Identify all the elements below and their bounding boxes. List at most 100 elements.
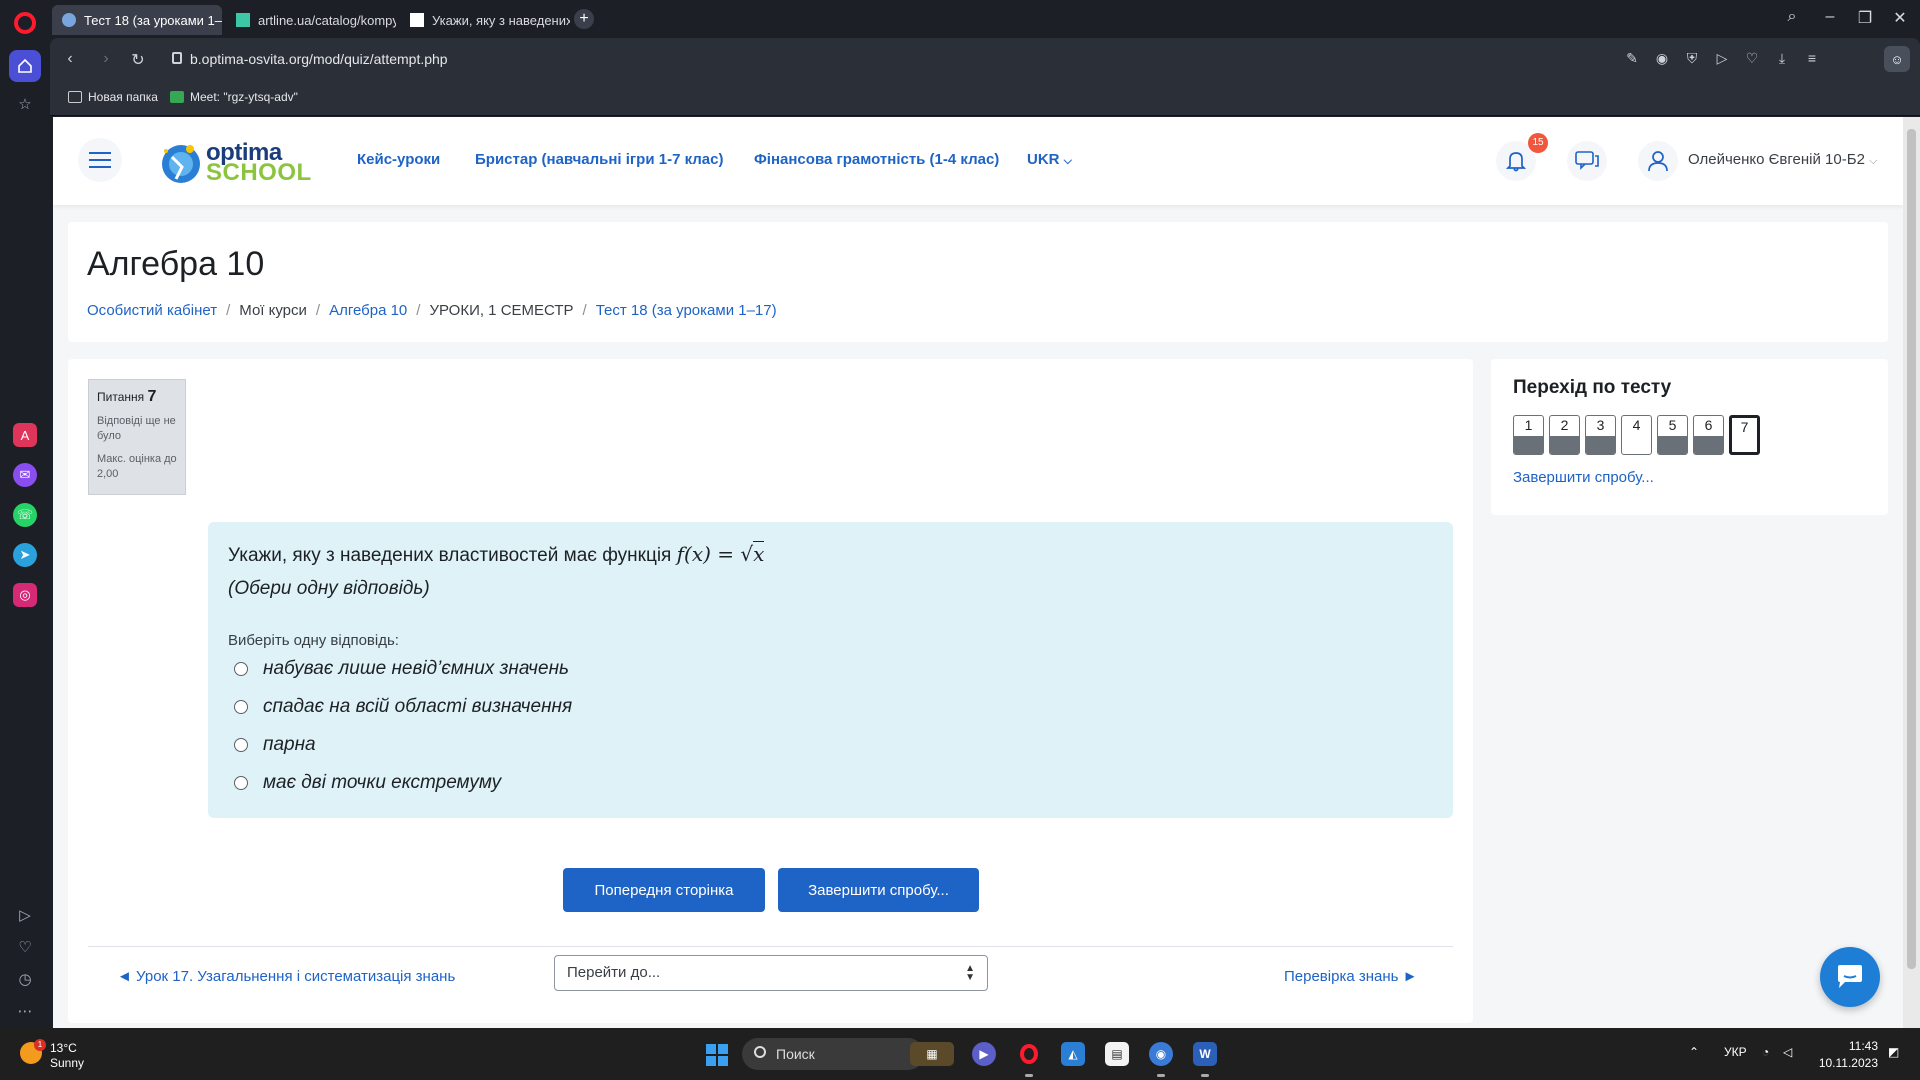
whatsapp-icon[interactable]: ☏ (13, 503, 37, 527)
close-icon[interactable]: ✕ (1888, 8, 1912, 28)
app-icon[interactable]: ◉ (1149, 1042, 1173, 1066)
finish-attempt-link[interactable]: Завершити спробу... (1513, 469, 1654, 486)
chat-widget-button[interactable] (1820, 947, 1880, 1007)
search-tabs-icon[interactable]: ⌕ (1780, 8, 1804, 26)
quiz-nav-question-6[interactable]: 6 (1693, 415, 1724, 455)
previous-activity-link[interactable]: ◄ Урок 17. Узагальнення і систематизація… (117, 968, 455, 985)
aria-icon[interactable]: A (13, 423, 37, 447)
widgets-icon[interactable]: ▦ (910, 1042, 954, 1066)
windows-start-icon[interactable] (706, 1044, 728, 1066)
history-icon[interactable]: ◷ (15, 969, 35, 989)
bookmark-folder[interactable]: Новая папка (68, 90, 158, 104)
language-selector[interactable]: UKR ⌵ (1027, 151, 1072, 168)
volume-icon[interactable]: ◁ (1783, 1045, 1792, 1059)
camera-icon[interactable]: ◉ (1652, 50, 1672, 67)
nav-bristar[interactable]: Бристар (навчальні ігри 1-7 клас) (475, 151, 723, 168)
quiz-nav-question-4[interactable]: 4 (1621, 415, 1652, 455)
nav-case-lessons[interactable]: Кейс-уроки (357, 151, 440, 168)
telegram-icon[interactable]: ➤ (13, 543, 37, 567)
answer-radio-4[interactable] (234, 776, 248, 790)
answer-radio-2[interactable] (234, 700, 248, 714)
edit-icon[interactable]: ✎ (1622, 50, 1642, 67)
easy-setup-icon[interactable]: ≡ (1802, 50, 1822, 66)
answer-radio-3[interactable] (234, 738, 248, 752)
taskbar-date[interactable]: 10.11.2023 (1818, 1056, 1878, 1070)
minimize-icon[interactable]: – (1818, 8, 1842, 26)
play-icon[interactable]: ▷ (1712, 50, 1732, 67)
jump-to-select[interactable]: Перейти до... ▲ ▼ (554, 955, 988, 991)
wifi-icon[interactable]: ◔ (1762, 1045, 1769, 1059)
tab-quiz[interactable]: Тест 18 (за уроками 1–17) (52, 5, 222, 35)
home-icon[interactable] (9, 50, 41, 82)
tray-chevron-up-icon[interactable]: ⌃ (1689, 1045, 1699, 1059)
more-icon[interactable]: ⋯ (15, 1001, 35, 1021)
notepad-icon[interactable]: ▤ (1105, 1042, 1129, 1066)
sqrt-symbol: √ (740, 542, 754, 566)
favorite-icon[interactable]: ♡ (1742, 50, 1762, 67)
question-status: Відповіді ще не було (97, 415, 176, 442)
answer-radio-1[interactable] (234, 662, 248, 676)
opera-taskbar-icon[interactable] (1017, 1042, 1041, 1066)
tab-bar: Тест 18 (за уроками 1–17) artline.ua/cat… (50, 0, 1920, 38)
url-field[interactable]: b.optima-osvita.org/mod/quiz/attempt.php (190, 51, 448, 67)
optima-school-logo[interactable]: optima SCHOOL (158, 139, 311, 186)
reload-icon[interactable]: ↻ (128, 50, 148, 70)
shield-icon[interactable]: ⛨ (1682, 50, 1702, 67)
instagram-icon[interactable]: ◎ (13, 583, 37, 607)
player-icon[interactable]: ▷ (15, 905, 35, 925)
chat-bubble-icon (1838, 965, 1862, 988)
nav-financial-literacy[interactable]: Фінансова грамотність (1-4 клас) (754, 151, 999, 168)
previous-page-button[interactable]: Попередня сторінка (563, 868, 765, 912)
back-icon[interactable]: ‹ (60, 50, 80, 68)
quiz-nav-question-7[interactable]: 7 (1729, 415, 1760, 455)
answer-option-4[interactable]: має дві точки екстремуму (234, 772, 501, 794)
tab-question[interactable]: Укажи, яку з наведених в (400, 5, 570, 35)
profile-icon[interactable]: ☺ (1884, 46, 1910, 72)
star-icon[interactable]: ☆ (15, 94, 35, 114)
opera-logo-icon[interactable] (14, 12, 36, 34)
question-text: Укажи, яку з наведених властивостей має … (228, 541, 765, 566)
word-icon[interactable]: W (1193, 1042, 1217, 1066)
breadcrumb-quiz[interactable]: Тест 18 (за уроками 1–17) (596, 302, 777, 319)
tab-artline[interactable]: artline.ua/catalog/kompyu (226, 5, 396, 35)
bookmarks-bar: Новая папка Meet: "rgz-ytsq-adv" (50, 82, 1920, 116)
breadcrumb-course[interactable]: Алгебра 10 (329, 302, 407, 319)
menu-icon[interactable] (78, 138, 122, 182)
answer-option-2[interactable]: спадає на всій області визначення (234, 696, 572, 718)
heart-icon[interactable]: ♡ (15, 937, 35, 957)
bookmark-meet[interactable]: Meet: "rgz-ytsq-adv" (170, 90, 298, 104)
select-arrows-icon: ▲ ▼ (965, 963, 975, 983)
messenger-icon[interactable]: ✉ (13, 463, 37, 487)
breadcrumb: Особистий кабінет / Мої курси / Алгебра … (87, 302, 777, 319)
teams-icon[interactable]: ▶ (972, 1042, 996, 1066)
quiz-nav-question-3[interactable]: 3 (1585, 415, 1616, 455)
windows-taskbar: 1 13°C Sunny Поиск ▦ ▶ ◭ ▤ ◉ W ⌃ УКР ◔ ◁… (0, 1028, 1920, 1080)
taskbar-search[interactable]: Поиск (742, 1038, 924, 1070)
quiz-nav-question-5[interactable]: 5 (1657, 415, 1688, 455)
breadcrumb-dashboard[interactable]: Особистий кабінет (87, 302, 217, 319)
taskbar-time[interactable]: 11:43 (1818, 1039, 1878, 1053)
quiz-main-card: Питання 7 Відповіді ще не було Макс. оці… (68, 359, 1473, 1023)
question-max-grade: Макс. оцінка до 2,00 (97, 452, 177, 480)
user-icon[interactable] (1638, 141, 1678, 181)
photos-icon[interactable]: ◭ (1061, 1042, 1085, 1066)
finish-attempt-button[interactable]: Завершити спробу... (778, 868, 979, 912)
forward-icon[interactable]: › (96, 50, 116, 68)
messages-icon[interactable] (1567, 141, 1607, 181)
quiz-nav-question-1[interactable]: 1 (1513, 415, 1544, 455)
question-number: 7 (147, 388, 157, 405)
restore-icon[interactable]: ❐ (1853, 8, 1877, 28)
notification-center-icon[interactable]: ◩ (1888, 1045, 1899, 1059)
quiz-nav-question-2[interactable]: 2 (1549, 415, 1580, 455)
logo-globe-icon (162, 145, 200, 183)
user-menu[interactable]: Олейченко Євгеній 10-Б2 ⌵ (1688, 151, 1877, 168)
question-formula: f(x) = √x (676, 541, 765, 566)
search-icon (754, 1046, 766, 1058)
download-icon[interactable]: ⤓ (1772, 50, 1792, 67)
next-activity-link[interactable]: Перевірка знань ► (1284, 968, 1417, 985)
page-scrollbar[interactable] (1903, 117, 1920, 1028)
answer-option-3[interactable]: парна (234, 734, 316, 756)
language-indicator[interactable]: УКР (1724, 1045, 1747, 1059)
new-tab-button[interactable]: + (574, 9, 594, 29)
answer-option-1[interactable]: набуває лише невід’ємних значень (234, 658, 569, 680)
